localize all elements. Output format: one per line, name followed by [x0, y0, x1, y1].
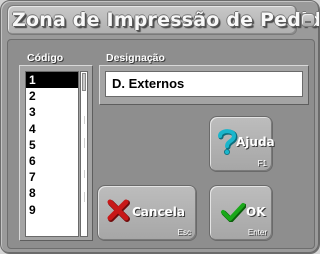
cancel-button-label: Cancela [132, 205, 185, 219]
list-item[interactable]: 8 [26, 185, 78, 201]
designacao-label: Designação [106, 52, 165, 64]
codigo-label: Código [27, 52, 64, 64]
list-item[interactable]: 3 [26, 104, 78, 120]
list-item[interactable]: 2 [26, 88, 78, 104]
list-scrollbar[interactable] [80, 71, 88, 237]
cancel-button[interactable]: Cancela Esc [97, 185, 197, 241]
list-item[interactable]: 9 [26, 202, 78, 218]
scroll-track-mark [84, 170, 85, 178]
ok-button[interactable]: OK Enter [209, 185, 273, 241]
list-item[interactable]: 7 [26, 169, 78, 185]
list-item[interactable]: 5 [26, 137, 78, 153]
question-mark-icon [216, 128, 238, 160]
title-bar[interactable]: Zona de Impressão de Pedidos [7, 5, 320, 35]
cancel-shortcut: Esc [177, 228, 191, 237]
codigo-list[interactable]: 1 2 3 4 5 6 7 8 9 [25, 71, 79, 237]
minimize-button[interactable] [301, 13, 315, 27]
list-item[interactable]: 1 [26, 72, 78, 89]
scroll-track-mark [84, 138, 85, 148]
ok-shortcut: Enter [247, 228, 267, 237]
scroll-track-mark [84, 192, 85, 202]
red-x-icon [106, 198, 130, 226]
dialog-window: Zona de Impressão de Pedidos Código Desi… [0, 0, 320, 254]
designacao-field[interactable]: D. Externos [105, 71, 303, 97]
green-check-icon [220, 202, 247, 226]
scroll-thumb[interactable] [82, 73, 86, 91]
help-shortcut: F1 [257, 159, 267, 168]
scroll-track-mark [84, 116, 85, 124]
window-title: Zona de Impressão de Pedidos [12, 9, 320, 31]
help-button-label: Ajuda [236, 135, 275, 149]
ok-button-label: OK [246, 205, 266, 219]
list-item[interactable]: 6 [26, 153, 78, 169]
list-item[interactable]: 4 [26, 121, 78, 137]
help-button[interactable]: Ajuda F1 [209, 116, 275, 172]
